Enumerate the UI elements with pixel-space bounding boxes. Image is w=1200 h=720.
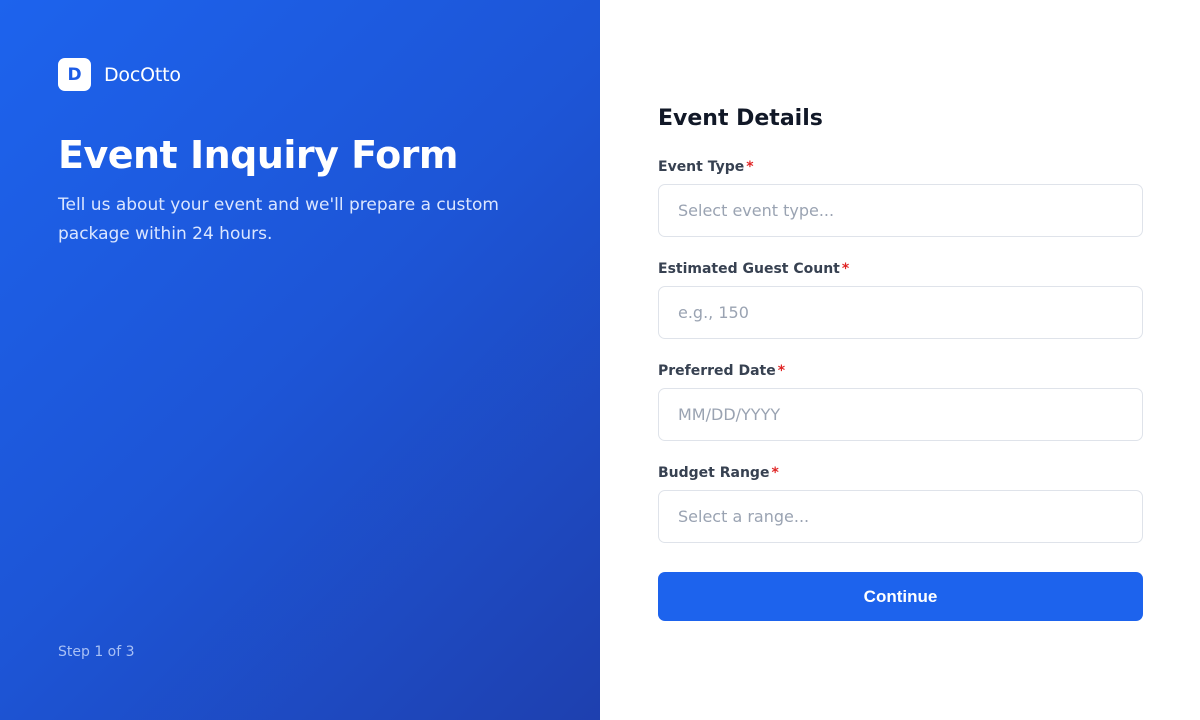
budget-range-label: Budget Range *: [658, 465, 779, 481]
event-type-label: Event Type *: [658, 159, 754, 175]
budget-range-field: Budget Range * Select a range...: [658, 464, 1143, 543]
brand: D DocOtto: [58, 58, 181, 91]
form-panel: Event Details Event Type * Select event t…: [600, 0, 1200, 720]
brand-name: DocOtto: [104, 63, 181, 86]
required-marker: *: [746, 159, 754, 175]
preferred-date-field: Preferred Date *: [658, 362, 1143, 441]
brand-logo: D: [58, 58, 91, 91]
preferred-date-input[interactable]: [658, 388, 1143, 441]
continue-button[interactable]: Continue: [658, 572, 1143, 621]
required-marker: *: [777, 363, 786, 379]
form-title: Event Details: [658, 106, 823, 131]
hero-panel: D DocOtto Event Inquiry Form Tell us abo…: [0, 0, 600, 720]
preferred-date-label: Preferred Date *: [658, 363, 786, 379]
guest-count-input[interactable]: [658, 286, 1143, 339]
required-marker: *: [771, 465, 779, 481]
budget-range-placeholder: Select a range...: [678, 507, 810, 526]
guest-count-label: Estimated Guest Count *: [658, 261, 850, 277]
budget-range-select[interactable]: Select a range...: [658, 490, 1143, 543]
guest-count-field: Estimated Guest Count *: [658, 260, 1143, 339]
step-indicator: Step 1 of 3: [58, 644, 135, 660]
page-title: Event Inquiry Form: [58, 133, 459, 177]
required-marker: *: [841, 261, 850, 277]
event-type-select[interactable]: Select event type...: [658, 184, 1143, 237]
event-details-form: Event Details Event Type * Select event t…: [658, 104, 1143, 621]
event-type-placeholder: Select event type...: [678, 201, 835, 220]
event-type-field: Event Type * Select event type...: [658, 158, 1143, 237]
page-subtitle: Tell us about your event and we'll prepa…: [58, 195, 499, 244]
